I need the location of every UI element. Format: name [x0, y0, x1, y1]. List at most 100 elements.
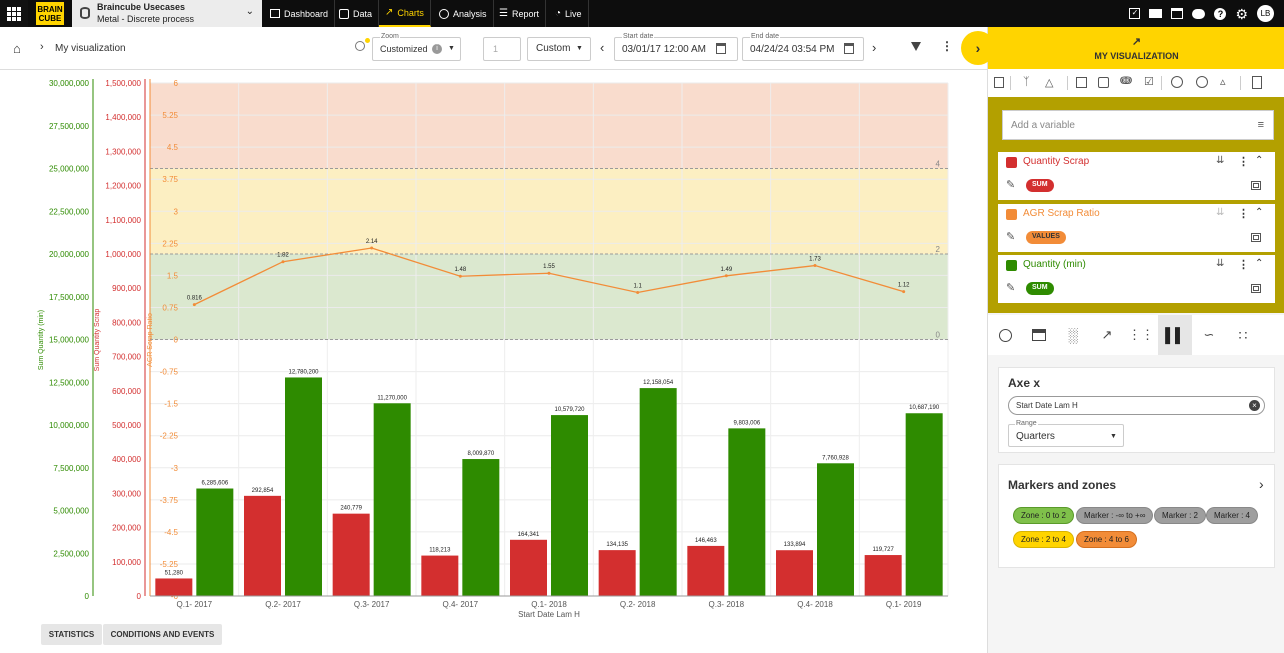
zoom-select[interactable]: Zoom Customized i ▼ [372, 33, 461, 61]
calendar-icon[interactable] [716, 43, 726, 54]
calendar-icon[interactable] [844, 43, 854, 54]
chart-type-scatter-icon[interactable]: ↗ [1090, 315, 1124, 355]
chevron-up-icon[interactable]: ⌃ [1255, 258, 1263, 269]
help-icon[interactable]: ? [1214, 7, 1227, 20]
line-point [902, 290, 906, 294]
next-period-icon[interactable]: › [872, 40, 876, 55]
aggregation-badge[interactable]: SUM [1026, 179, 1054, 192]
cloud-settings-icon[interactable] [1192, 8, 1206, 19]
shapes-icon[interactable]: ▵ [1220, 75, 1226, 88]
checkbox-quantity-scrap[interactable] [1006, 157, 1017, 168]
conditions-events-button[interactable]: CONDITIONS AND EVENTS [103, 624, 222, 645]
tasks-icon[interactable]: ✓ [1129, 8, 1141, 19]
tab-data[interactable]: Data [333, 0, 380, 27]
checkbox-quantity-min[interactable] [1006, 260, 1017, 271]
range-select[interactable]: Range Quarters ▼ [1008, 420, 1124, 447]
edit-icon[interactable]: ✎ [1006, 230, 1015, 243]
start-date-field[interactable]: Start date 03/01/17 12:00 AM [614, 33, 738, 61]
marker-chip[interactable]: Marker : -∞ to +∞ [1076, 507, 1154, 524]
axe-x-variable-field[interactable]: Start Date Lam H × [1008, 396, 1265, 415]
chart-type-boxplot-icon[interactable]: ⋮⋮ [1124, 315, 1158, 355]
tab-live[interactable]: ◔ Live [549, 0, 589, 27]
info-icon: i [432, 44, 442, 54]
copy-icon[interactable] [994, 77, 1004, 88]
aggregation-badge[interactable]: SUM [1026, 282, 1054, 295]
period-select[interactable]: Custom ▼ [527, 37, 591, 61]
y-tick-label: 12,500,000 [49, 378, 90, 387]
chevron-right-icon[interactable]: › [1259, 476, 1264, 492]
clear-icon[interactable]: × [1249, 400, 1260, 411]
gear-icon[interactable]: ⚙ [1235, 7, 1248, 21]
bar-quantity-min [817, 463, 854, 596]
target-icon[interactable] [1171, 76, 1183, 88]
bar-quantity-scrap [687, 545, 725, 596]
marker-chip[interactable]: Marker : 4 [1206, 507, 1259, 524]
chevron-up-icon[interactable]: ⌃ [1255, 155, 1263, 166]
end-date-field[interactable]: End date 04/24/24 03:54 PM [742, 33, 864, 61]
markers-zones-section[interactable]: Markers and zones › Zone : 0 to 2 Marker… [998, 464, 1275, 568]
tab-report[interactable]: ☰ Report [493, 0, 546, 27]
zoom-search-icon[interactable] [355, 41, 365, 51]
checkbox-agr-scrap-ratio[interactable] [1006, 209, 1017, 220]
edit-icon[interactable]: ✎ [1006, 281, 1015, 294]
braincube-logo: BRAIN CUBE [36, 2, 64, 25]
zone-chip[interactable]: Zone : 2 to 4 [1013, 531, 1074, 548]
chart-type-histogram-icon[interactable]: ▌▌ [1158, 315, 1192, 355]
chart-type-clock-icon[interactable] [988, 315, 1022, 355]
globe-icon[interactable] [1196, 76, 1208, 88]
tab-charts[interactable]: ↗ Charts [379, 0, 431, 27]
zone-chip[interactable]: Zone : 0 to 2 [1013, 507, 1074, 524]
chart-type-bar-icon[interactable]: ░ [1056, 315, 1090, 355]
line-data-label: 1.1 [633, 283, 642, 289]
edit-icon[interactable]: ✎ [1006, 178, 1015, 191]
check-icon[interactable]: ☑ [1144, 75, 1154, 88]
avatar[interactable]: LB [1257, 5, 1274, 22]
sort-filter-icon[interactable]: ≡ [1258, 119, 1264, 131]
inbox-icon[interactable] [1171, 8, 1184, 19]
tab-dashboard[interactable]: Dashboard [264, 0, 336, 27]
tree-icon[interactable]: ᛉ [1023, 76, 1030, 88]
chart-type-dots-icon[interactable]: ∷ [1226, 315, 1260, 355]
chevron-up-icon[interactable]: ⌃ [1255, 207, 1263, 218]
filter-icon[interactable] [911, 42, 921, 51]
chart-type-table-icon[interactable] [1022, 315, 1056, 355]
more-options-icon[interactable]: ⋮ [941, 39, 953, 53]
zone-chip[interactable]: Zone : 4 to 6 [1076, 531, 1137, 548]
export-icon[interactable] [1098, 77, 1109, 88]
axis-settings-icon[interactable]: ⇊ [1216, 258, 1224, 269]
variable-card-quantity-scrap[interactable]: Quantity Scrap ⇊ ⋮ ⌃ ✎ SUM [998, 152, 1275, 200]
shape-icon[interactable]: △ [1045, 76, 1053, 89]
variable-card-agr-scrap-ratio[interactable]: AGR Scrap Ratio ⇊ ⋮ ⌃ ✎ VALUES [998, 204, 1275, 252]
more-options-icon[interactable]: ⋮ [1238, 155, 1249, 168]
pdf-icon[interactable] [1252, 76, 1262, 89]
axis-settings-icon[interactable]: ⇊ [1216, 155, 1224, 166]
bar-data-label: 12,158,054 [643, 380, 674, 386]
home-icon[interactable]: ⌂ [13, 41, 21, 56]
more-options-icon[interactable]: ⋮ [1238, 207, 1249, 220]
step-input[interactable]: 1 [483, 37, 521, 61]
chart-type-curve-icon[interactable]: ∽ [1192, 315, 1226, 355]
collapse-panel-button[interactable]: › [961, 31, 995, 65]
previous-period-icon[interactable]: ‹ [600, 40, 604, 55]
add-variable-input[interactable]: Add a variable ≡ [1002, 110, 1274, 140]
grid-icon[interactable] [1251, 233, 1261, 242]
panel-toolbar: ᛉ △ ↈ ☑ ▵ [988, 69, 1284, 97]
project-selector[interactable]: Braincube Usecases Metal - Discrete proc… [72, 0, 262, 27]
axis-settings-icon[interactable]: ⇊ [1216, 207, 1224, 218]
x-tick-label: Q.3- 2017 [354, 600, 390, 609]
variable-card-quantity-min[interactable]: Quantity (min) ⇊ ⋮ ⌃ ✎ SUM [998, 255, 1275, 303]
marker-chip[interactable]: Marker : 2 [1154, 507, 1207, 524]
share-icon[interactable]: ↈ [1120, 75, 1132, 88]
bar-quantity-min [462, 459, 500, 596]
grid-icon[interactable] [1251, 181, 1261, 190]
statistics-button[interactable]: STATISTICS [41, 624, 102, 645]
y-tick-label: 3.75 [162, 175, 178, 184]
image-icon[interactable] [1076, 77, 1087, 88]
more-options-icon[interactable]: ⋮ [1238, 258, 1249, 271]
grid-icon[interactable] [1251, 284, 1261, 293]
separator [1010, 76, 1011, 90]
tab-analysis[interactable]: Analysis [433, 0, 494, 27]
apps-grid-icon[interactable] [0, 0, 28, 27]
mail-icon[interactable] [1149, 9, 1163, 18]
aggregation-badge[interactable]: VALUES [1026, 231, 1066, 244]
